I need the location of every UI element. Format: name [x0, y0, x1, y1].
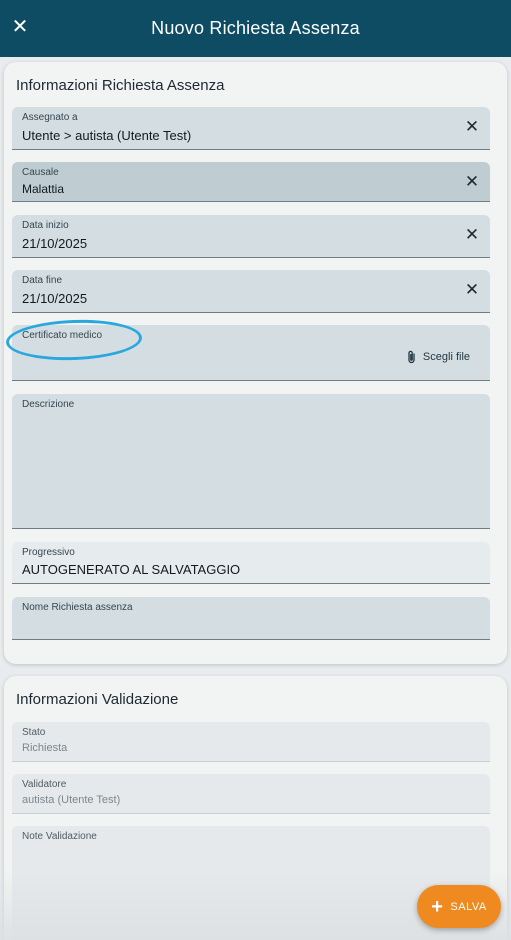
section-title-validation: Informazioni Validazione [16, 691, 179, 708]
app-bar: ✕ Nuovo Richiesta Assenza [0, 0, 511, 57]
progressive-label: Progressivo [22, 547, 75, 558]
request-name-field[interactable]: Nome Richiesta assenza [12, 597, 490, 640]
validator-field: Validatore autista (Utente Test) [12, 774, 490, 814]
description-textarea[interactable]: Descrizione [12, 394, 490, 529]
clear-assigned-icon[interactable]: ✕ [464, 119, 480, 136]
start-date-label: Data inizio [22, 220, 69, 231]
end-date-field[interactable]: Data fine 21/10/2025 ✕ [12, 270, 490, 313]
section-title-request: Informazioni Richiesta Assenza [16, 77, 225, 94]
clear-reason-icon[interactable]: ✕ [464, 174, 480, 191]
request-name-label: Nome Richiesta assenza [22, 602, 133, 613]
choose-file-label: Scegli file [422, 351, 470, 363]
assigned-to-field[interactable]: Assegnato a Utente > autista (Utente Tes… [12, 107, 490, 150]
description-label: Descrizione [22, 399, 75, 410]
clear-start-date-icon[interactable]: ✕ [464, 227, 480, 244]
plus-icon: + [431, 895, 444, 918]
reason-field[interactable]: Causale Malattia ✕ [12, 162, 490, 202]
status-value: Richiesta [22, 742, 68, 754]
reason-value: Malattia [22, 182, 65, 196]
assigned-to-value: Utente > autista (Utente Test) [22, 128, 192, 143]
validation-notes-field: Note Validazione [12, 826, 490, 940]
validator-label: Validatore [22, 779, 67, 790]
start-date-field[interactable]: Data inizio 21/10/2025 ✕ [12, 215, 490, 258]
page-title: Nuovo Richiesta Assenza [151, 18, 360, 38]
start-date-value: 21/10/2025 [22, 236, 88, 251]
paperclip-icon [408, 350, 415, 364]
save-button[interactable]: + SALVA [417, 885, 501, 928]
status-label: Stato [22, 727, 46, 738]
clear-end-date-icon[interactable]: ✕ [464, 282, 480, 299]
choose-file-button[interactable]: Scegli file [407, 350, 470, 364]
end-date-label: Data fine [22, 275, 63, 286]
medical-certificate-field[interactable]: Certificato medico Scegli file [12, 325, 490, 381]
validation-notes-label: Note Validazione [22, 831, 97, 842]
validator-value: autista (Utente Test) [22, 794, 121, 806]
medical-certificate-label: Certificato medico [22, 330, 103, 341]
close-icon[interactable]: ✕ [10, 16, 30, 36]
progressive-value: AUTOGENERATO AL SALVATAGGIO [22, 562, 241, 577]
reason-label: Causale [22, 167, 59, 178]
end-date-value: 21/10/2025 [22, 291, 88, 306]
assigned-to-label: Assegnato a [22, 112, 78, 123]
save-label: SALVA [450, 900, 487, 913]
progressive-field: Progressivo AUTOGENERATO AL SALVATAGGIO [12, 542, 490, 584]
status-field: Stato Richiesta [12, 722, 490, 762]
